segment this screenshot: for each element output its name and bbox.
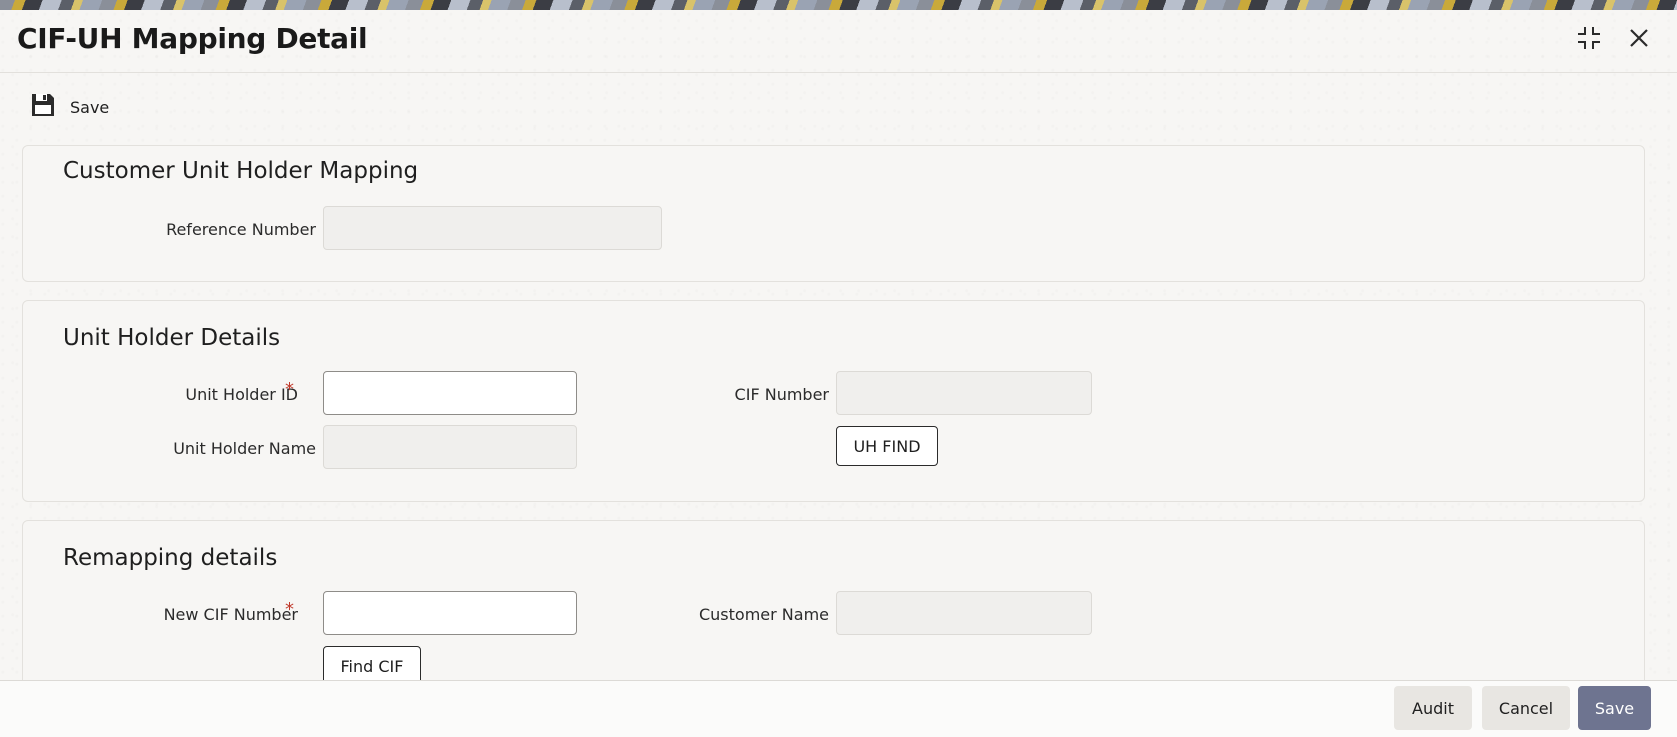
cif-number-label: CIF Number [734, 385, 829, 404]
unit-holder-id-field[interactable] [323, 371, 577, 415]
collapse-icon[interactable] [1575, 24, 1603, 52]
header-divider [0, 72, 1677, 73]
customer-name-field[interactable] [836, 591, 1092, 635]
unit-holder-id-required-mark: * [285, 379, 294, 400]
new-cif-number-label: New CIF Number [163, 605, 298, 624]
close-icon[interactable] [1625, 24, 1653, 52]
customer-name-label: Customer Name [698, 605, 829, 624]
mapping-section-title: Customer Unit Holder Mapping [63, 158, 419, 184]
toolbar-save-button[interactable]: Save [30, 92, 109, 122]
new-cif-number-required-mark: * [285, 599, 294, 620]
remapping-panel: Remapping details New CIF Number * Custo… [22, 520, 1645, 702]
cif-number-field[interactable] [836, 371, 1092, 415]
unit-holder-name-label: Unit Holder Name [173, 439, 316, 458]
uh-find-button[interactable]: UH FIND [836, 426, 938, 466]
unit-holder-section-title: Unit Holder Details [63, 325, 281, 351]
toolbar-save-label: Save [70, 97, 110, 117]
unit-holder-id-label: Unit Holder ID [185, 385, 298, 404]
cancel-button[interactable]: Cancel [1482, 686, 1570, 730]
floppy-disk-icon [30, 92, 56, 122]
reference-number-field[interactable] [323, 206, 662, 250]
audit-button[interactable]: Audit [1394, 686, 1472, 730]
page-title: CIF-UH Mapping Detail [17, 22, 368, 55]
mapping-panel: Customer Unit Holder Mapping Reference N… [22, 145, 1645, 282]
new-cif-number-field[interactable] [323, 591, 577, 635]
window-controls [1575, 24, 1653, 52]
banner-strip [0, 0, 1677, 10]
reference-number-label: Reference Number [166, 220, 316, 239]
unit-holder-name-field[interactable] [323, 425, 577, 469]
save-button[interactable]: Save [1578, 686, 1651, 730]
remapping-section-title: Remapping details [63, 545, 278, 571]
unit-holder-panel: Unit Holder Details Unit Holder ID * Uni… [22, 300, 1645, 502]
